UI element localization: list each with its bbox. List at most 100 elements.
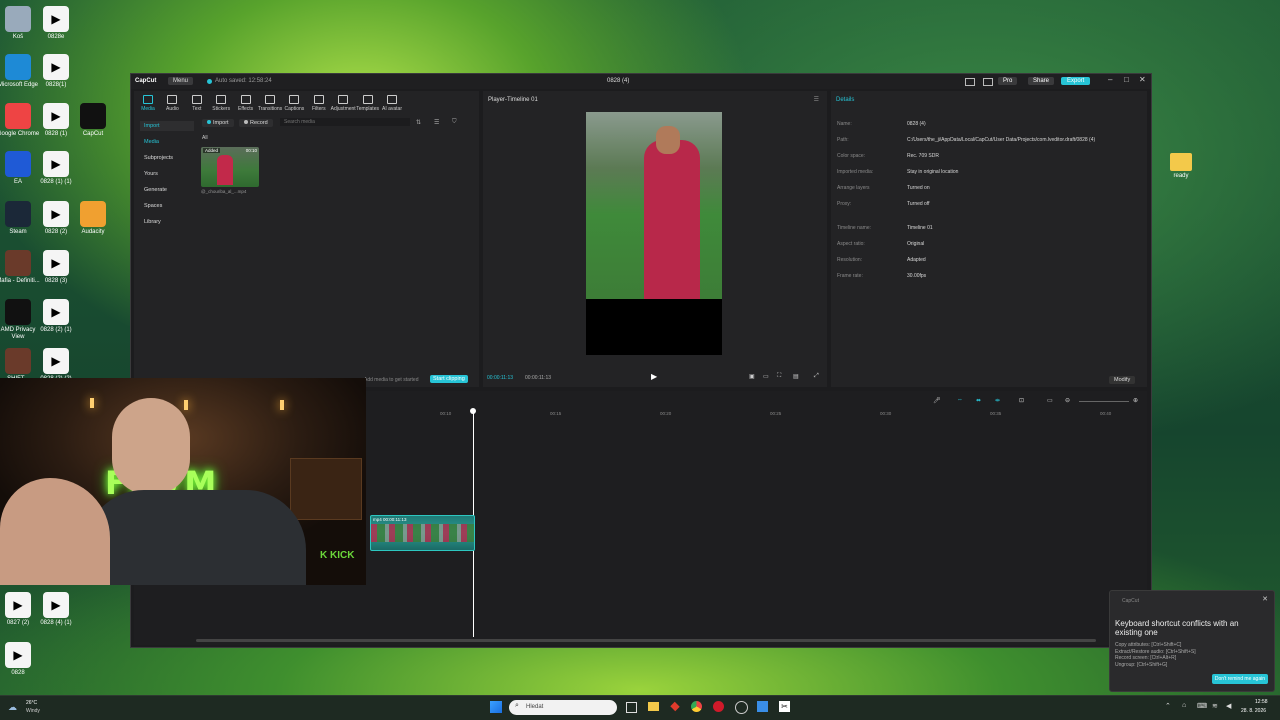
nav-generate[interactable]: Generate	[140, 185, 194, 195]
shortcut-icon[interactable]	[983, 78, 993, 86]
desktop-icon-label: 0828 (2) (1)	[40, 327, 72, 333]
play-button[interactable]: ▶	[651, 372, 657, 381]
sort-icon[interactable]: ⇅	[416, 119, 421, 126]
nav-yours[interactable]: Yours	[140, 169, 194, 179]
wifi-icon[interactable]: ≋	[1212, 702, 1218, 710]
nav-subprojects[interactable]: Subprojects	[140, 153, 194, 163]
tool-stickers[interactable]: Stickers	[208, 95, 234, 112]
fullscreen-icon[interactable]: ⤢	[814, 373, 819, 380]
video-file-icon: ▶	[5, 592, 31, 618]
layout-icon[interactable]	[965, 78, 975, 86]
tool-label: Effects	[237, 106, 254, 112]
modify-button[interactable]: Modify	[1109, 376, 1136, 384]
zoom-out-icon[interactable]: ⊖	[1065, 397, 1070, 404]
desktop-icon[interactable]: Audacity	[71, 201, 115, 236]
mic-icon[interactable]: 🎤︎	[933, 397, 941, 404]
keyboard-icon[interactable]: ⌨	[1197, 702, 1207, 710]
player-menu-icon[interactable]: ☰	[814, 96, 819, 103]
tool-ai-avatar[interactable]: AI avatar	[379, 95, 405, 112]
detail-key: Imported media:	[837, 169, 874, 175]
desktop-icon-ready[interactable]: ready	[1159, 153, 1203, 180]
app-icon[interactable]	[735, 701, 748, 714]
details-panel: Details Name: 0828 (4) Path: C:/Users/the_j…	[831, 91, 1147, 387]
task-view-icon[interactable]	[626, 702, 637, 713]
desktop-icon[interactable]: ▶ 0828e	[34, 6, 78, 41]
zoom-slider[interactable]	[1079, 401, 1129, 402]
close-button[interactable]: ✕	[1139, 75, 1146, 84]
start-button[interactable]	[490, 701, 502, 713]
desktop-icon[interactable]: ▶ 0828 (1) (1)	[34, 151, 78, 186]
start-clipping-button[interactable]: Start clipping	[430, 375, 468, 383]
import-button[interactable]: Import	[202, 119, 234, 127]
record-label: Record	[250, 120, 268, 126]
tool-media[interactable]: Media	[135, 95, 161, 112]
window-title: 0828 (4)	[607, 78, 630, 84]
toast-dismiss-button[interactable]: Don't remind me again	[1211, 674, 1268, 684]
taskbar-search[interactable]: ⌕ Hledat	[509, 700, 617, 715]
youtube-icon[interactable]	[670, 701, 680, 712]
tool-captions[interactable]: Captions	[281, 95, 307, 112]
export-button[interactable]: Export	[1061, 77, 1091, 85]
tray-chevron-icon[interactable]: ⌃	[1165, 702, 1171, 710]
tool-filters[interactable]: Filters	[306, 95, 332, 112]
menu-button[interactable]: Menu	[168, 77, 194, 85]
share-button[interactable]: Share	[1028, 77, 1055, 85]
zoom-in-icon[interactable]: ⊕	[1133, 397, 1138, 404]
tool-adjustment[interactable]: Adjustment	[330, 95, 356, 112]
playhead-handle[interactable]	[470, 408, 476, 414]
desktop-icon[interactable]: ▶ 0828 (3)	[34, 250, 78, 285]
desktop-icon[interactable]: CapCut	[71, 103, 115, 138]
nav-library[interactable]: Library	[140, 217, 194, 227]
toast-close-icon[interactable]: ✕	[1262, 595, 1268, 603]
desktop-icon[interactable]: ▶ 0828(1)	[34, 54, 78, 89]
preview-axis-icon[interactable]: ⊡	[1019, 397, 1024, 404]
nav-media[interactable]: Media	[140, 137, 194, 147]
desktop-icon[interactable]: ▶ 0828 (2) (1)	[34, 299, 78, 334]
clock-time[interactable]: 12:58	[1255, 699, 1268, 705]
caption-icon[interactable]: ▭	[1047, 397, 1053, 404]
clip-added-badge: Added	[203, 148, 221, 153]
import-icon	[207, 120, 211, 124]
store-icon[interactable]	[757, 701, 768, 712]
autosave-icon	[207, 79, 212, 84]
file-explorer-icon[interactable]	[648, 702, 659, 711]
desktop-icon[interactable]: ▶ 0828	[0, 642, 40, 677]
maximize-button[interactable]: □	[1124, 75, 1129, 84]
network-icon[interactable]: ⌂	[1182, 702, 1186, 709]
desktop-icon[interactable]: ▶ 0828 (4) (1)	[34, 592, 78, 627]
magnet-icon[interactable]: ⬌	[976, 397, 981, 404]
link-icon[interactable]: ⇔	[957, 397, 963, 403]
tool-effects[interactable]: Effects	[233, 95, 259, 112]
pro-button[interactable]: Pro	[998, 77, 1018, 85]
search-media-input[interactable]	[280, 118, 410, 126]
tool-templates[interactable]: Templates	[355, 95, 381, 112]
nav-spaces[interactable]: Spaces	[140, 201, 194, 211]
detail-key: Frame rate:	[837, 273, 863, 279]
clip-duration: 00:10	[245, 148, 257, 153]
weather-temp[interactable]: 26°C	[26, 700, 37, 706]
media-clip-thumbnail[interactable]: Added 00:10	[201, 147, 259, 187]
capcut-taskbar-icon[interactable]: ✂	[779, 701, 790, 712]
total-time: 00:00:11:13	[525, 375, 552, 381]
timeline-scrollbar[interactable]	[196, 639, 1096, 642]
minimize-button[interactable]: –	[1108, 75, 1112, 84]
fit-icon[interactable]: ⛶	[777, 373, 781, 380]
tool-transitions[interactable]: Transitions	[257, 95, 283, 112]
tool-audio[interactable]: Audio	[159, 95, 185, 112]
nav-import[interactable]: Import	[140, 121, 194, 131]
tool-text[interactable]: Text	[184, 95, 210, 112]
crop-icon[interactable]: ▣	[749, 373, 755, 380]
view-icon[interactable]: ☰	[434, 119, 439, 126]
ratio-icon[interactable]: ▤	[793, 373, 799, 380]
volume-icon[interactable]: ◀	[1226, 702, 1231, 710]
snap-icon[interactable]: ⇹	[995, 397, 1000, 404]
aspect-icon[interactable]: ▭	[763, 373, 769, 380]
timeline-video-clip[interactable]: mp4 00:00:11:13	[370, 515, 475, 551]
filter-icon[interactable]: ⛉	[452, 119, 457, 126]
filter-all[interactable]: All	[202, 135, 208, 141]
effects-icon	[240, 95, 251, 104]
recycle-bin-icon	[5, 6, 31, 32]
chrome-taskbar-icon[interactable]	[691, 701, 702, 712]
opera-icon[interactable]	[713, 701, 724, 712]
record-button[interactable]: Record	[239, 119, 273, 127]
